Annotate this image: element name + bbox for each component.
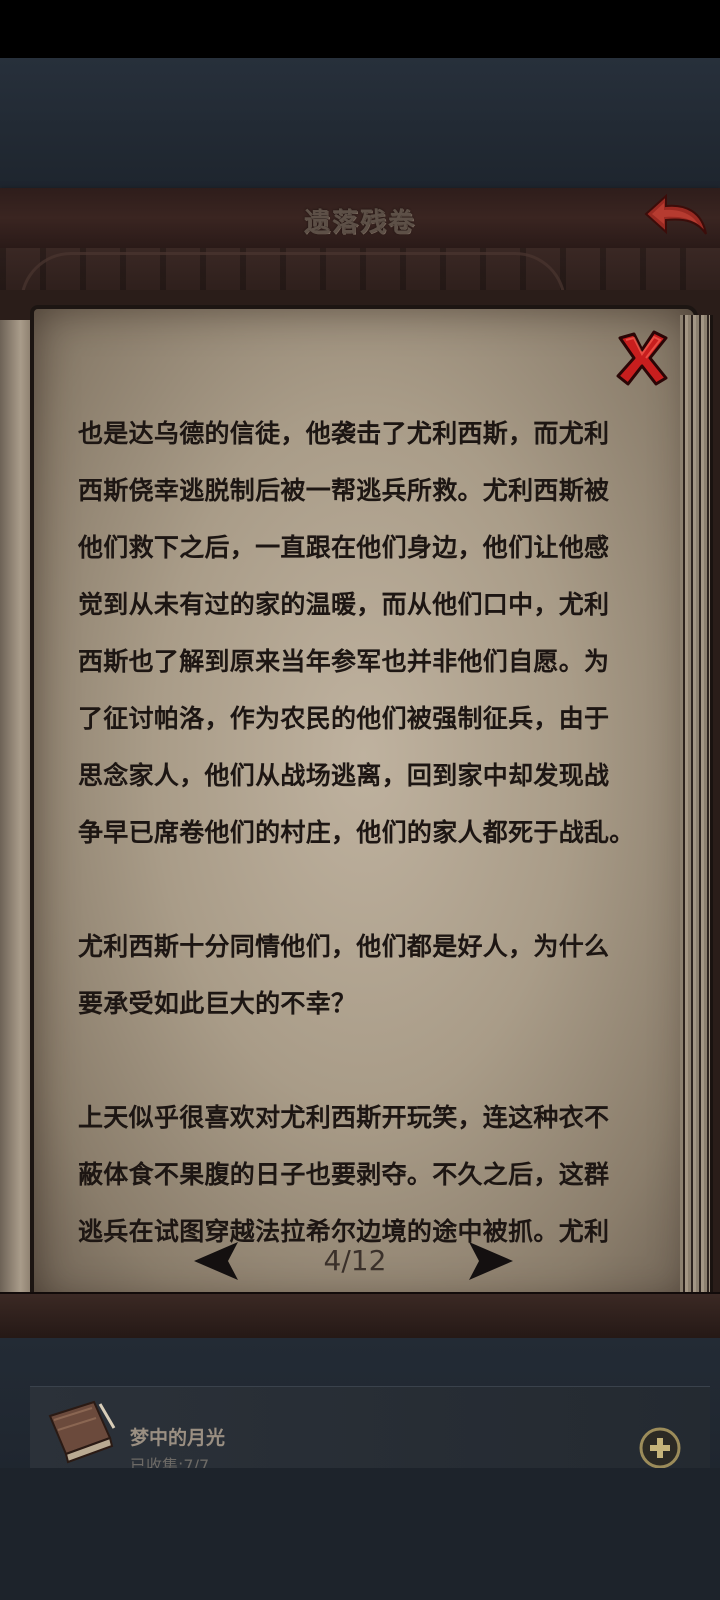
collection-item-name: 梦中的月光: [130, 1427, 226, 1449]
text-line: 西斯也了解到原来当年参军也并非他们自愿。为: [78, 647, 610, 676]
next-page-button[interactable]: [465, 1240, 517, 1282]
text-line: 上天似乎很喜欢对尤利西斯开玩笑，连这种衣不: [78, 1103, 610, 1132]
text-line: 蔽体食不果腹的日子也要剥夺。不久之后，这群: [78, 1160, 610, 1189]
text-line: 思念家人，他们从战场逃离，回到家中却发现战: [78, 761, 610, 790]
book-frame-bottom: [0, 1292, 720, 1340]
right-triangle-icon: [469, 1242, 513, 1280]
bottom-background: [0, 1468, 720, 1600]
page-indicator: 4/12: [323, 1244, 387, 1277]
text-line: 觉到从未有过的家的温暖，而从他们口中，尤利: [78, 590, 610, 619]
add-button[interactable]: [638, 1426, 682, 1470]
text-line: 也是达乌德的信徒，他袭击了尤利西斯，而尤利: [78, 419, 610, 448]
book-right-pages: [680, 315, 713, 1295]
title-bar: 遗落残卷: [0, 188, 720, 250]
plus-circle-icon: [639, 1427, 681, 1469]
text-line: 尤利西斯十分同情他们，他们都是好人，为什么: [78, 932, 610, 961]
background-upper: [0, 58, 720, 188]
text-line: 他们救下之后，一直跟在他们身边，他们让他感: [78, 533, 610, 562]
prev-page-button[interactable]: [190, 1240, 242, 1282]
book-icon: [44, 1398, 120, 1468]
left-triangle-icon: [194, 1242, 238, 1280]
back-button[interactable]: [640, 190, 712, 246]
story-text: 也是达乌德的信徒，他袭击了尤利西斯，而尤利 西斯侥幸逃脱制后被一帮逃兵所救。尤利…: [78, 405, 638, 1260]
text-line: 争早已席卷他们的村庄，他们的家人都死于战乱。: [78, 818, 635, 847]
text-line: 要承受如此巨大的不幸？: [78, 989, 357, 1018]
page-title: 遗落残卷: [303, 208, 416, 238]
status-bar-area: [0, 0, 720, 58]
text-line: 西斯侥幸逃脱制后被一帮逃兵所救。尤利西斯被: [78, 476, 610, 505]
close-x-icon: [616, 330, 668, 386]
back-arrow-icon: [644, 193, 707, 235]
close-button[interactable]: [612, 328, 672, 388]
text-line: 了征讨帕洛，作为农民的他们被强制征兵，由于: [78, 704, 610, 733]
